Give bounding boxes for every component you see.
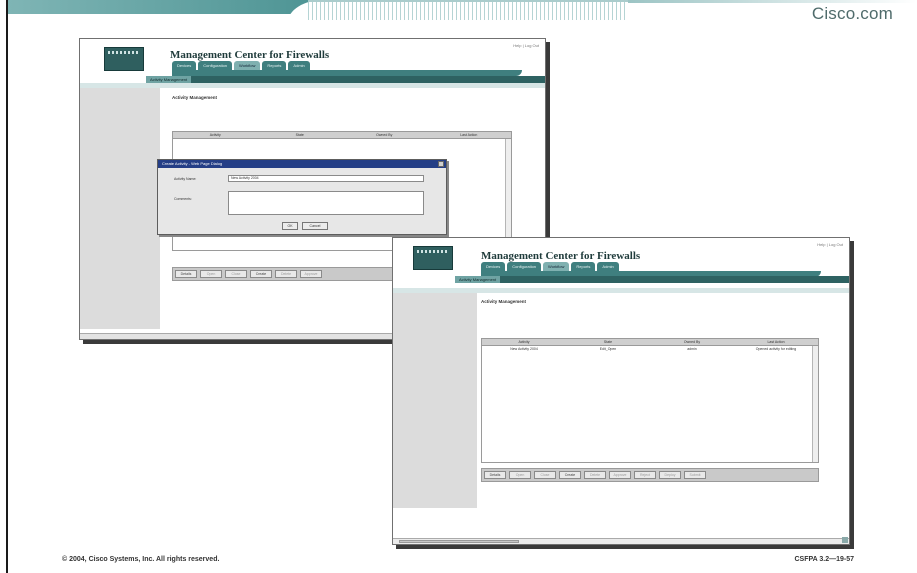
main-tabs: Devices Configuration Workflow Reports A… [172, 61, 310, 70]
app-title: Management Center for Firewalls [170, 49, 330, 61]
cell-last-action: Opened activity for editing [755, 347, 797, 351]
delete-button[interactable]: Delete [275, 270, 297, 278]
activity-name-label: Activity Name: [174, 177, 197, 181]
tab-configuration[interactable]: Configuration [507, 262, 542, 271]
subnav-bar: Activity Management [146, 76, 545, 83]
tab-devices[interactable]: Devices [172, 61, 197, 70]
approve-button[interactable]: Approve [300, 270, 322, 278]
subnav-activity-management[interactable]: Activity Management [455, 276, 501, 283]
close-button[interactable]: Close [225, 270, 247, 278]
screenshot-activity-list: Management Center for Firewalls Help | L… [392, 237, 850, 545]
comments-label: Comments: [174, 197, 192, 201]
tab-configuration[interactable]: Configuration [198, 61, 233, 70]
main-tabs: Devices Configuration Workflow Reports A… [481, 262, 619, 271]
create-button[interactable]: Create [559, 471, 581, 479]
dialog-close-icon[interactable] [438, 161, 444, 167]
cell-activity: New Activity 2004 [510, 347, 538, 351]
footer-copyright: © 2004, Cisco Systems, Inc. All rights r… [62, 556, 220, 563]
scroll-thumb[interactable] [399, 540, 519, 543]
grid-header: Activity State Owned By Last Action [482, 339, 818, 346]
top-links[interactable]: Help | Log Out [817, 242, 843, 247]
dialog-title: Create Activity - Web Page Dialog [158, 160, 446, 168]
col-owned-by[interactable]: Owned By [342, 132, 427, 138]
create-button[interactable]: Create [250, 270, 272, 278]
tab-admin[interactable]: Admin [288, 61, 310, 70]
tab-reports[interactable]: Reports [571, 262, 596, 271]
resize-grip-icon[interactable] [842, 537, 848, 543]
tab-reports[interactable]: Reports [262, 61, 287, 70]
col-state[interactable]: State [566, 339, 650, 345]
details-button[interactable]: Details [484, 471, 506, 479]
cell-state: Edit_Open [599, 347, 617, 351]
top-links[interactable]: Help | Log Out [513, 43, 539, 48]
slide-left-rule [6, 0, 8, 573]
grid-header: Activity State Owned By Last Action [173, 132, 511, 139]
subnav-bar: Activity Management [455, 276, 849, 283]
col-activity[interactable]: Activity [173, 132, 258, 138]
dialog-ok-button[interactable]: OK [282, 222, 298, 230]
grid-scrollbar[interactable] [505, 139, 511, 250]
sidebar [393, 293, 477, 508]
grid-button-bar: Details Open Close Create Delete Approve… [481, 468, 819, 482]
activity-grid: Activity State Owned By Last Action New … [481, 338, 819, 463]
subnav-activity-management[interactable]: Activity Management [146, 76, 192, 83]
col-activity[interactable]: Activity [482, 339, 566, 345]
approve-button[interactable]: Approve [609, 471, 631, 479]
delete-button[interactable]: Delete [584, 471, 606, 479]
open-button[interactable]: Open [509, 471, 531, 479]
tab-devices[interactable]: Devices [481, 262, 506, 271]
sidebar [80, 88, 160, 329]
comments-textarea[interactable] [228, 191, 424, 215]
tab-admin[interactable]: Admin [597, 262, 619, 271]
grid-scrollbar[interactable] [812, 346, 818, 462]
col-state[interactable]: State [258, 132, 343, 138]
dialog-cancel-button[interactable]: Cancel [302, 222, 328, 230]
app-title: Management Center for Firewalls [481, 250, 641, 262]
col-last-action[interactable]: Last Action [427, 132, 512, 138]
create-activity-dialog: Create Activity - Web Page Dialog Activi… [157, 159, 447, 235]
close-button[interactable]: Close [534, 471, 556, 479]
deploy-button[interactable]: Deploy [659, 471, 681, 479]
brand-label: Cisco.com [811, 4, 893, 23]
reject-button[interactable]: Reject [634, 471, 656, 479]
tab-workflow[interactable]: Workflow [234, 61, 261, 70]
col-owned-by[interactable]: Owned By [650, 339, 734, 345]
cell-owned-by: admin [687, 347, 697, 351]
cisco-logo-icon [104, 47, 144, 71]
cisco-logo-icon [413, 246, 453, 270]
tab-workflow[interactable]: Workflow [543, 262, 570, 271]
col-last-action[interactable]: Last Action [734, 339, 818, 345]
activity-name-input[interactable]: New Activity 2004 [228, 175, 424, 182]
slide-header-band [8, 0, 917, 22]
footer-course-code: CSFPA 3.2—19-57 [794, 556, 854, 563]
table-row[interactable]: New Activity 2004 Edit_Open admin Opened… [482, 346, 818, 352]
open-button[interactable]: Open [200, 270, 222, 278]
page-title: Activity Management [481, 299, 527, 304]
page-title: Activity Management [172, 95, 218, 100]
details-button[interactable]: Details [175, 270, 197, 278]
horizontal-scrollbar[interactable] [393, 538, 849, 544]
submit-button[interactable]: Submit [684, 471, 706, 479]
